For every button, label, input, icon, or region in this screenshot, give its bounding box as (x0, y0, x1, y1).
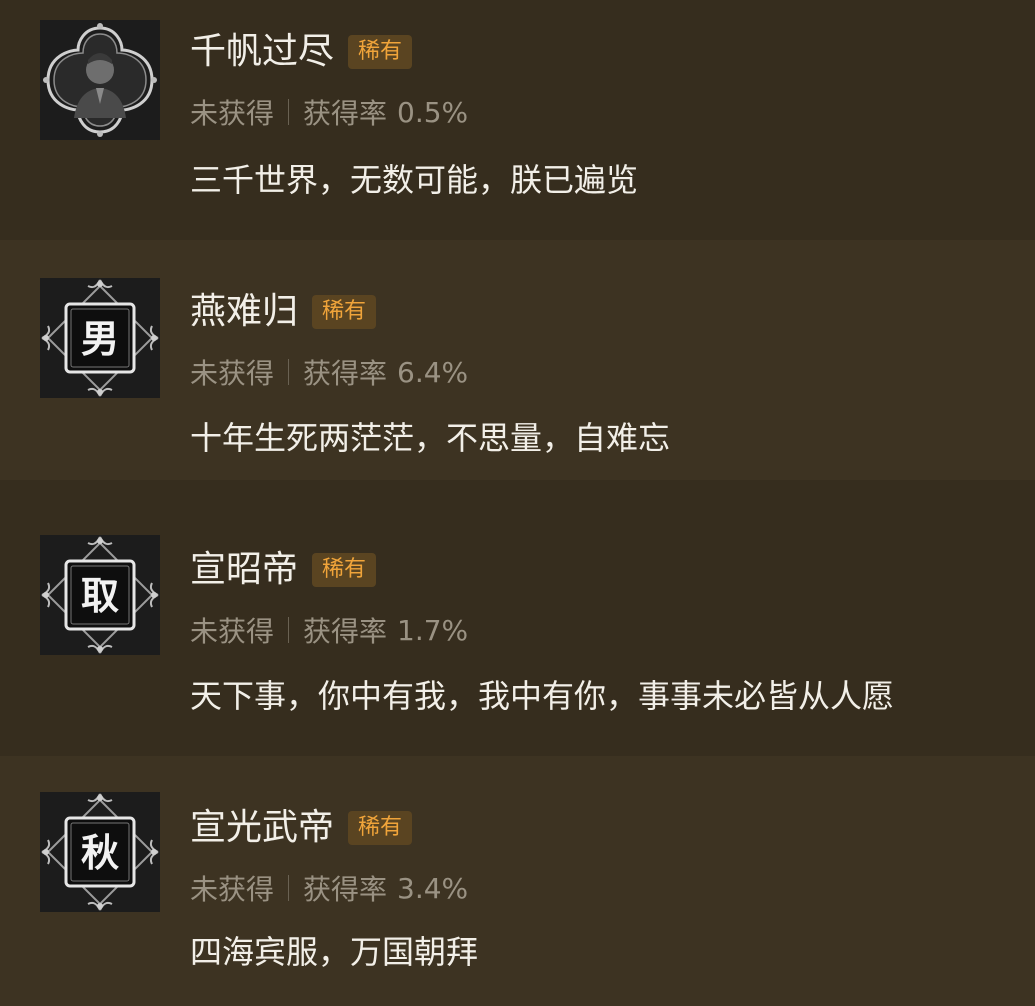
rate-value: 1.7% (397, 613, 469, 647)
seal-icon: 取 (40, 535, 160, 655)
rate-label: 获得率 (303, 873, 388, 906)
seal-character: 取 (81, 574, 119, 618)
seal-character: 男 (81, 317, 119, 361)
seal-icon: 男 (40, 278, 160, 398)
achievement-description: 四海宾服，万国朝拜 (190, 933, 479, 971)
achievement-name: 宣昭帝 (190, 549, 299, 590)
rate-value: 3.4% (397, 871, 469, 905)
achievement-meta: 未获得 获得率 0.5% (190, 92, 468, 132)
achievement-name: 千帆过尽 (190, 31, 335, 72)
status-text: 未获得 (190, 873, 275, 906)
status-text: 未获得 (190, 97, 275, 130)
rarity-badge: 稀有 (348, 811, 413, 845)
achievement-title-row: 宣昭帝 稀有 (190, 546, 377, 594)
achievement-description: 天下事，你中有我，我中有你，事事未必皆从人愿 (190, 677, 895, 715)
portrait-icon (40, 20, 160, 140)
divider (288, 99, 290, 125)
seal-character: 秋 (81, 831, 119, 875)
achievement-item[interactable]: 秋 宣光武帝 稀有 未获得 获得率 3.4% 四海宾服，万国朝拜 (0, 756, 1035, 1006)
achievement-title-row: 千帆过尽 稀有 (190, 28, 413, 76)
achievement-description: 三千世界，无数可能，朕已遍览 (190, 161, 639, 199)
achievement-item[interactable]: 千帆过尽 稀有 未获得 获得率 0.5% 三千世界，无数可能，朕已遍览 (0, 0, 1035, 240)
achievement-meta: 未获得 获得率 3.4% (190, 868, 468, 908)
divider (288, 617, 290, 643)
achievement-meta: 未获得 获得率 1.7% (190, 610, 468, 650)
rarity-badge: 稀有 (312, 553, 377, 587)
rarity-badge: 稀有 (348, 35, 413, 69)
achievement-title-row: 宣光武帝 稀有 (190, 804, 413, 852)
rate-value: 0.5% (397, 95, 469, 129)
divider (288, 875, 290, 901)
achievement-name: 宣光武帝 (190, 807, 335, 848)
status-text: 未获得 (190, 615, 275, 648)
rate-label: 获得率 (303, 97, 388, 130)
achievement-item[interactable]: 男 (0, 240, 1035, 480)
seal-icon: 秋 (40, 792, 160, 912)
achievement-item[interactable]: 取 宣昭帝 稀有 未获得 获得率 1.7% 天下事，你中有我，我中有你，事事未必… (0, 480, 1035, 756)
rate-label: 获得率 (303, 615, 388, 648)
